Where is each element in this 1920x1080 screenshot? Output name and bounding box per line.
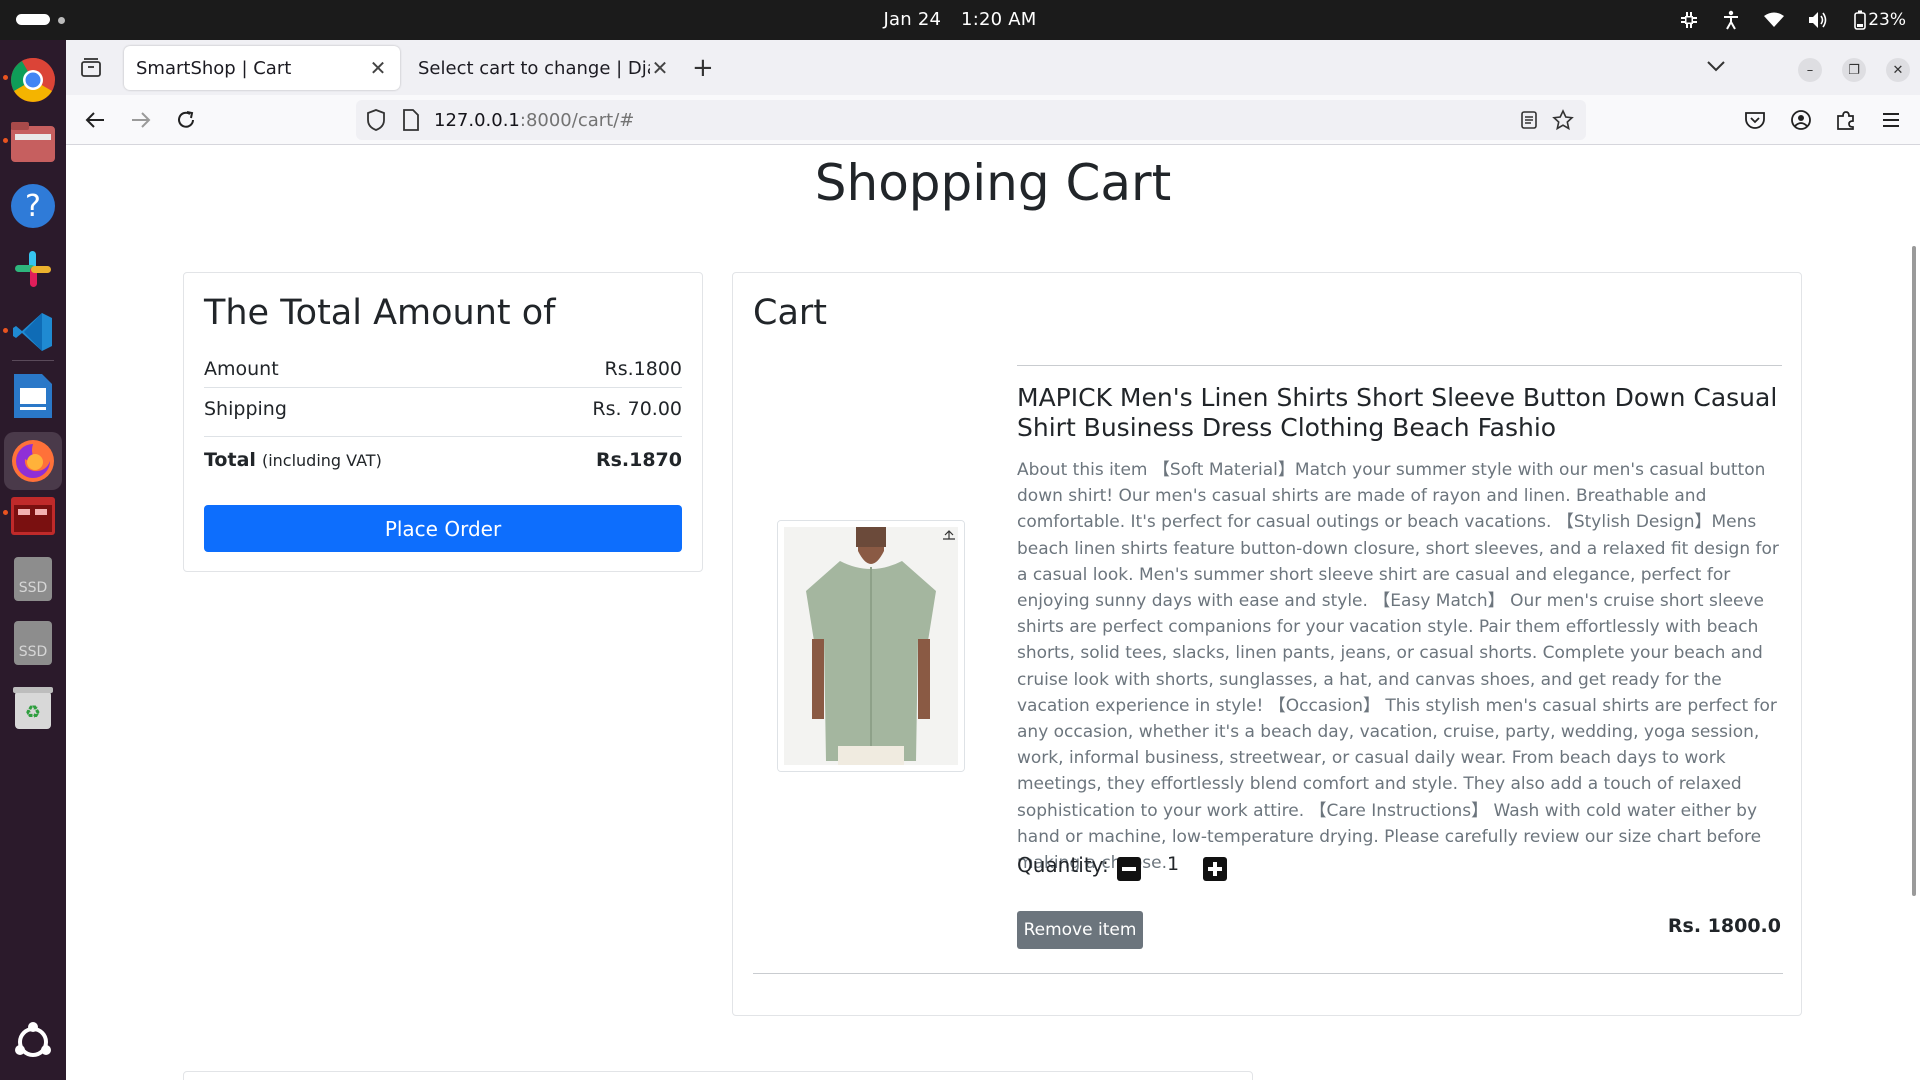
tab-smartshop-cart[interactable]: SmartShop | Cart ✕ [124, 46, 400, 90]
place-order-button[interactable]: Place Order [204, 505, 682, 552]
vscode-icon[interactable] [9, 308, 57, 356]
shipping-row: Shipping Rs. 70.00 [204, 398, 682, 420]
wifi-icon[interactable] [1764, 12, 1785, 28]
tab-title: SmartShop | Cart [136, 57, 292, 79]
total-value: Rs.1870 [595, 449, 682, 471]
quantity-label: Quantity: [1017, 853, 1109, 877]
system-tray[interactable]: 23% [1680, 8, 1906, 32]
extensions-puzzle-icon[interactable] [1833, 107, 1859, 133]
quantity-value: 1 [1167, 853, 1180, 875]
web-page: Shopping Cart The Total Amount of Amount… [66, 146, 1920, 1080]
firefox-view-icon[interactable] [80, 56, 104, 80]
writer-icon[interactable] [9, 372, 57, 420]
accessibility-icon[interactable] [1722, 10, 1740, 30]
url-host: 127.0.0.1 [434, 110, 520, 131]
back-arrow-icon[interactable] [82, 107, 108, 133]
ssd-label: SSD [19, 580, 48, 596]
hamburger-menu-icon[interactable] [1878, 107, 1904, 133]
trash-icon[interactable]: ♻ [9, 683, 57, 731]
shipping-value: Rs. 70.00 [592, 398, 682, 420]
files-icon[interactable] [9, 118, 57, 166]
running-indicator [3, 328, 8, 333]
tracking-protection-shield-icon[interactable] [366, 109, 386, 136]
remove-item-button[interactable]: Remove item [1017, 911, 1143, 949]
shipping-label: Shipping [204, 398, 287, 420]
product-title[interactable]: MAPICK Men's Linen Shirts Short Sleeve B… [1017, 383, 1787, 443]
bookmark-star-icon[interactable] [1552, 109, 1574, 136]
restore-icon[interactable]: ❐ [1842, 58, 1866, 82]
amount-row: Amount Rs.1800 [204, 358, 682, 380]
battery-icon [1854, 10, 1867, 30]
slack-icon[interactable] [9, 245, 57, 293]
new-tab-plus-icon[interactable]: + [692, 55, 714, 81]
forward-arrow-icon[interactable] [128, 107, 154, 133]
order-summary-card: The Total Amount of Amount Rs.1800 Shipp… [183, 272, 703, 572]
ubuntu-dock: ? SSD SSD ♻ [0, 40, 66, 1080]
summary-heading: The Total Amount of [204, 293, 556, 333]
amount-value: Rs.1800 [604, 358, 683, 380]
account-icon[interactable] [1788, 107, 1814, 133]
minimize-icon[interactable]: – [1798, 58, 1822, 82]
volume-icon[interactable] [1808, 11, 1828, 29]
page-info-icon[interactable] [402, 109, 420, 136]
network-settings-icon[interactable] [1680, 11, 1698, 29]
tab-title: Select cart to change | Djang [418, 57, 650, 79]
url-text: 127.0.0.1:8000/cart/# [434, 110, 634, 131]
amount-label: Amount [204, 358, 279, 380]
running-indicator [3, 510, 8, 515]
cart-card: Cart MAPICK Men's Linen Shirts Short Sle… [732, 272, 1802, 1016]
tab-django-admin[interactable]: Select cart to change | Djang ✕ [406, 46, 682, 90]
terminal-icon[interactable] [9, 492, 57, 540]
close-icon[interactable]: ✕ [650, 56, 670, 80]
next-section-card [183, 1071, 1253, 1080]
line-item-price: Rs. 1800.0 [1667, 915, 1781, 937]
battery-percent: 23% [1868, 10, 1906, 30]
close-window-icon[interactable]: ✕ [1886, 58, 1910, 82]
page-scrollbar[interactable] [1912, 246, 1916, 896]
ssd-drive-icon[interactable]: SSD [9, 555, 57, 603]
firefox-icon[interactable] [4, 432, 62, 490]
svg-text:?: ? [25, 189, 41, 224]
ssd-drive-icon[interactable]: SSD [9, 619, 57, 667]
clock-time: 1:20 AM [961, 9, 1037, 30]
reload-icon[interactable] [173, 107, 199, 133]
reader-view-icon[interactable] [1520, 110, 1538, 135]
page-title: Shopping Cart [814, 154, 1172, 212]
clock-date: Jan 24 [883, 9, 942, 30]
quantity-decrease-minus-icon[interactable] [1117, 857, 1141, 881]
product-description: About this item 【Soft Material】Match you… [1017, 460, 1779, 874]
cart-heading: Cart [753, 293, 827, 333]
product-image[interactable] [777, 520, 965, 772]
url-path: :8000/cart/# [519, 110, 635, 131]
address-bar[interactable]: 127.0.0.1:8000/cart/# [356, 100, 1586, 140]
tab-list-chevron-down-icon[interactable] [1706, 58, 1726, 77]
pocket-icon[interactable] [1742, 107, 1768, 133]
help-icon[interactable]: ? [9, 182, 57, 230]
ubuntu-apps-icon[interactable] [9, 1018, 57, 1066]
system-top-bar: Jan 24 1:20 AM 23% [0, 0, 1920, 40]
running-indicator [3, 138, 8, 143]
total-note: (including VAT) [261, 451, 382, 470]
total-label: Total [204, 449, 256, 471]
close-icon[interactable]: ✕ [368, 56, 388, 80]
total-row: Total (including VAT) Rs.1870 [204, 449, 682, 471]
battery-indicator[interactable]: 23% [1852, 10, 1906, 30]
ssd-label: SSD [19, 644, 48, 660]
svg-text:♻: ♻ [25, 702, 41, 723]
chrome-icon[interactable] [9, 56, 57, 104]
browser-tab-bar: SmartShop | Cart ✕ Select cart to change… [66, 40, 1920, 95]
running-indicator [3, 75, 8, 80]
quantity-increase-plus-icon[interactable] [1203, 857, 1227, 881]
browser-nav-bar: 127.0.0.1:8000/cart/# [66, 95, 1920, 145]
system-clock[interactable]: Jan 24 1:20 AM [0, 9, 1920, 30]
